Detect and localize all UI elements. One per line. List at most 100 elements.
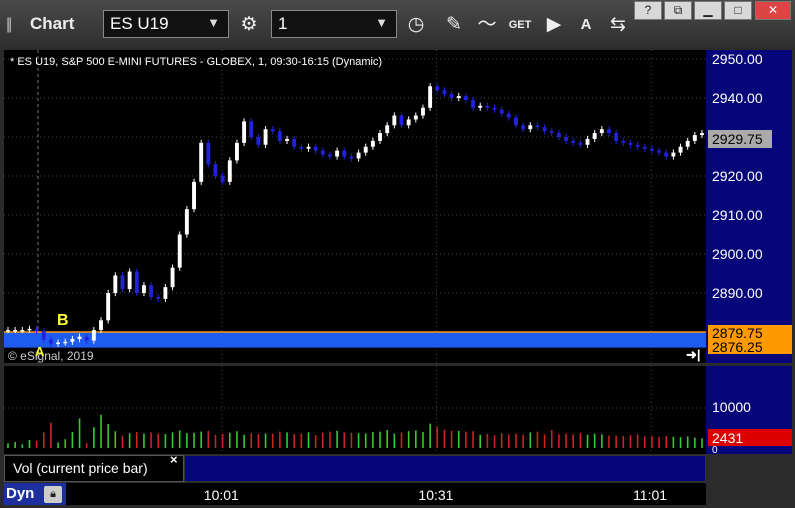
- candle-body: [320, 150, 325, 155]
- candle-body: [499, 109, 504, 114]
- close-icon[interactable]: ×: [170, 452, 178, 467]
- candle-body: [492, 107, 497, 110]
- candle-body: [199, 142, 204, 182]
- time-tick-label: 11:01: [633, 487, 667, 503]
- candle-body: [170, 267, 175, 288]
- candle-body: [578, 142, 583, 145]
- candle-body: [463, 96, 468, 100]
- candle-body: [506, 113, 511, 118]
- candle-body: [20, 330, 25, 332]
- price-tick-label: 2950.00: [712, 51, 763, 67]
- candle-body: [306, 146, 311, 149]
- candle-body: [120, 275, 125, 290]
- candle-body: [249, 121, 254, 137]
- candle-body: [134, 271, 139, 293]
- candle-body: [671, 152, 676, 157]
- candle-body: [299, 146, 304, 149]
- candle-body: [700, 133, 704, 136]
- candle-body: [363, 146, 368, 153]
- candle-body: [13, 330, 18, 332]
- candle-body: [599, 129, 604, 134]
- candle-body: [213, 164, 218, 176]
- lock-icon[interactable]: 🔒︎: [44, 486, 62, 503]
- price-tick-label: 2910.00: [712, 207, 763, 223]
- candle-body: [528, 125, 533, 130]
- candle-body: [156, 296, 161, 299]
- candle-body: [442, 90, 447, 95]
- candle-body: [628, 142, 633, 145]
- candle-body: [478, 105, 483, 108]
- candle-body: [542, 127, 547, 132]
- time-tick-label: 10:01: [204, 487, 239, 503]
- candle-body: [564, 137, 569, 141]
- candle-body: [535, 125, 540, 128]
- candle-body: [63, 341, 68, 344]
- candle-body: [48, 339, 53, 344]
- band-low-tag: 2876.25: [712, 339, 763, 355]
- candle-body: [585, 138, 590, 145]
- candle-body: [141, 285, 146, 293]
- candle-body: [277, 131, 282, 141]
- candle-body: [678, 146, 683, 153]
- candle-body: [84, 336, 89, 341]
- candle-body: [692, 135, 697, 141]
- candle-body: [649, 148, 654, 151]
- watermark: © eSignal, 2019: [8, 349, 94, 363]
- candle-body: [41, 330, 46, 340]
- candle-body: [635, 144, 640, 147]
- candle-body: [27, 328, 32, 331]
- price-tick-label: 2890.00: [712, 285, 763, 301]
- chart-svg: * ES U19, S&P 500 E-MINI FUTURES - GLOBE…: [4, 50, 792, 505]
- candle-body: [235, 142, 239, 161]
- candle-body: [556, 133, 561, 137]
- candle-body: [256, 137, 261, 145]
- volume-current-tag: 2431: [712, 430, 743, 446]
- candle-body: [549, 131, 554, 134]
- candle-body: [70, 339, 75, 342]
- candle-body: [263, 129, 268, 145]
- candle-body: [113, 275, 118, 293]
- time-tick-label: 10:31: [418, 487, 453, 503]
- candle-body: [378, 133, 382, 141]
- candle-body: [6, 330, 10, 332]
- candle-body: [99, 320, 103, 331]
- candle-body: [485, 105, 490, 108]
- candle-body: [413, 115, 418, 120]
- marker-b: B: [57, 312, 69, 329]
- volume-legend[interactable]: Vol (current price bar): [4, 455, 184, 482]
- candle-body: [421, 107, 425, 116]
- candle-body: [449, 94, 454, 98]
- price-tick-label: 2940.00: [712, 90, 763, 106]
- candle-body: [192, 181, 196, 210]
- candle-body: [428, 86, 433, 108]
- candle-body: [621, 140, 626, 143]
- candle-body: [285, 138, 289, 141]
- legend-strip: [184, 455, 706, 482]
- candle-body: [56, 342, 61, 345]
- candle-body: [607, 129, 611, 134]
- candle-body: [177, 234, 182, 268]
- candle-body: [242, 121, 247, 143]
- candle-body: [77, 336, 82, 340]
- candle-body: [34, 328, 39, 331]
- candle-body: [657, 150, 662, 153]
- candle-body: [356, 152, 361, 159]
- candle-body: [149, 285, 154, 297]
- candle-body: [335, 150, 340, 157]
- candle-body: [571, 140, 576, 143]
- volume-scale-label: 10000: [712, 399, 751, 415]
- chart-info: * ES U19, S&P 500 E-MINI FUTURES - GLOBE…: [10, 56, 382, 68]
- volume-pane: [4, 366, 706, 454]
- volume-legend-label: Vol (current price bar): [13, 460, 148, 476]
- candle-body: [313, 146, 318, 151]
- candle-body: [685, 140, 690, 147]
- candle-body: [342, 150, 347, 157]
- candle-body: [614, 133, 619, 141]
- price-tick-label: 2900.00: [712, 246, 763, 262]
- scroll-to-end-icon[interactable]: ➜|: [686, 347, 701, 362]
- candle-body: [163, 287, 168, 299]
- candle-body: [642, 146, 647, 149]
- price-tick-label: 2920.00: [712, 168, 763, 184]
- candle-body: [392, 115, 397, 126]
- time-axis: [66, 483, 706, 505]
